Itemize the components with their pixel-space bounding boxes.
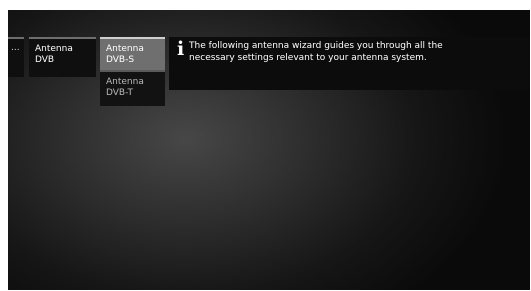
info-icon: i (177, 38, 185, 60)
tv-screen: ... Antenna DVB Antenna DVB-S Antenna DV… (8, 10, 530, 290)
info-panel: i The following antenna wizard guides yo… (169, 37, 530, 90)
page-frame: ... Antenna DVB Antenna DVB-S Antenna DV… (0, 0, 531, 291)
menu-item-antenna-dvbs-label: Antenna DVB-S (106, 44, 144, 65)
menu-item-antenna-dvb[interactable]: Antenna DVB (29, 37, 96, 77)
menu-item-previous[interactable]: ... (8, 37, 24, 77)
menu-item-antenna-dvbt-label: Antenna DVB-T (106, 77, 144, 98)
menu-item-antenna-dvbs[interactable]: Antenna DVB-S (100, 37, 165, 70)
info-text: The following antenna wizard guides you … (189, 41, 443, 63)
menu-item-antenna-dvb-label: Antenna DVB (35, 44, 73, 65)
menu-item-antenna-dvbt[interactable]: Antenna DVB-T (100, 70, 165, 106)
menu-item-previous-label: ... (11, 43, 20, 53)
